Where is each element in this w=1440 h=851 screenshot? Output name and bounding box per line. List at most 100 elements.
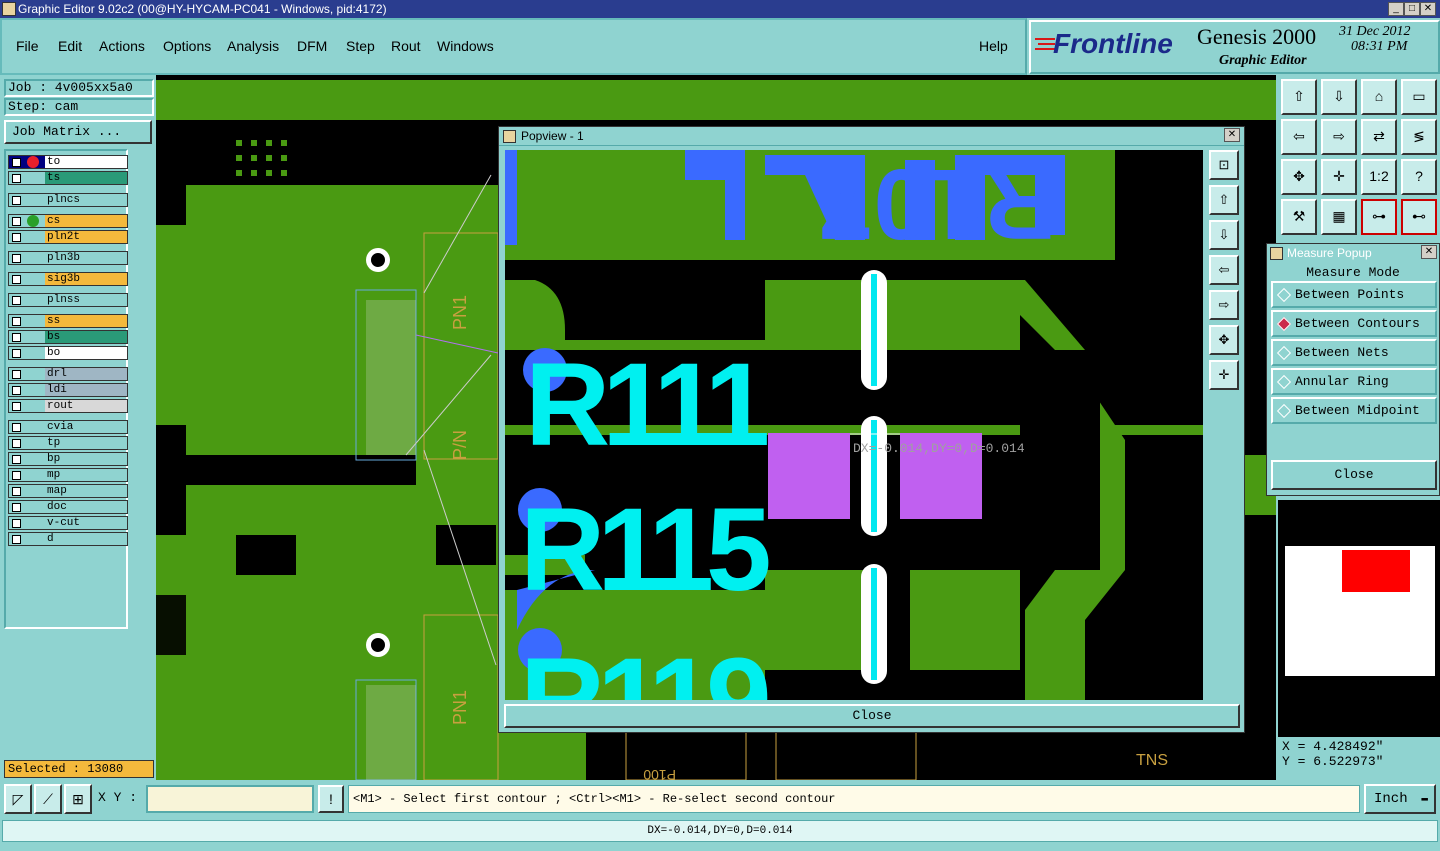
layer-row-map[interactable]: map	[8, 484, 128, 498]
layer-row-pln2t[interactable]: pln2t	[8, 230, 128, 244]
popview-left-icon[interactable]: ⇦	[1209, 255, 1239, 285]
layer-row-v-cut[interactable]: v-cut	[8, 516, 128, 530]
exclamation-icon[interactable]: !	[318, 785, 344, 813]
layer-checkbox[interactable]	[12, 254, 21, 263]
layer-checkbox[interactable]	[12, 333, 21, 342]
measure-option-annular-ring[interactable]: Annular Ring	[1271, 368, 1437, 395]
menu-dfm[interactable]: DFM	[297, 38, 327, 54]
minimize-button[interactable]: _	[1388, 2, 1404, 16]
layer-checkbox[interactable]	[12, 423, 21, 432]
layer-checkbox[interactable]	[12, 349, 21, 358]
zoom-in-icon[interactable]: ◸	[4, 784, 32, 814]
menu-step[interactable]: Step	[346, 38, 375, 54]
brand-panel: Frontline Genesis 2000 Graphic Editor 31…	[1029, 20, 1440, 74]
move-right-icon[interactable]: ⇨	[1321, 119, 1357, 155]
layer-row-plncs[interactable]: plncs	[8, 193, 128, 207]
layer-checkbox[interactable]	[12, 386, 21, 395]
layer-row-plnss[interactable]: plnss	[8, 293, 128, 307]
layer-row-bs[interactable]: bs	[8, 330, 128, 344]
measure-close-button[interactable]: Close	[1271, 460, 1437, 490]
help-icon[interactable]: ?	[1401, 159, 1437, 195]
grid-icon[interactable]: ▦	[1321, 199, 1357, 235]
swap-icon[interactable]: ⇄	[1361, 119, 1397, 155]
zoom-out-icon[interactable]: ⟋	[34, 784, 62, 814]
popview-right-icon[interactable]: ⇨	[1209, 290, 1239, 320]
menu-edit[interactable]: Edit	[58, 38, 82, 54]
fit-icon[interactable]: ✥	[1281, 159, 1317, 195]
layer-checkbox[interactable]	[12, 535, 21, 544]
layer-checkbox[interactable]	[12, 370, 21, 379]
home-icon[interactable]: ⌂	[1361, 79, 1397, 115]
layer-row-ldi[interactable]: ldi	[8, 383, 128, 397]
layer-row-mp[interactable]: mp	[8, 468, 128, 482]
popview-up-icon[interactable]: ⇧	[1209, 185, 1239, 215]
layer-row-cs[interactable]: cs	[8, 214, 128, 228]
layer-checkbox[interactable]	[12, 233, 21, 242]
popview-zoom-icon[interactable]: ⊡	[1209, 150, 1239, 180]
layer-checkbox[interactable]	[12, 455, 21, 464]
layer-row-pln3b[interactable]: pln3b	[8, 251, 128, 265]
window-icon[interactable]: ▭	[1401, 79, 1437, 115]
layer-checkbox[interactable]	[12, 439, 21, 448]
ratio-button[interactable]: 1:2	[1361, 159, 1397, 195]
menu-options[interactable]: Options	[163, 38, 211, 54]
popview-down-icon[interactable]: ⇩	[1209, 220, 1239, 250]
units-button[interactable]: Inch ▬	[1364, 784, 1436, 814]
layer-row-drl[interactable]: drl	[8, 367, 128, 381]
layer-name: drl	[45, 368, 127, 380]
layer-checkbox[interactable]	[12, 471, 21, 480]
pan-icon[interactable]: ✛	[1321, 159, 1357, 195]
layer-row-bp[interactable]: bp	[8, 452, 128, 466]
popview-close-icon[interactable]: ✕	[1224, 128, 1240, 142]
measure-option-between-nets[interactable]: Between Nets	[1271, 339, 1437, 366]
layer-checkbox[interactable]	[12, 519, 21, 528]
menu-help[interactable]: Help	[979, 38, 1008, 54]
layer-checkbox[interactable]	[12, 503, 21, 512]
layer-row-rout[interactable]: rout	[8, 399, 128, 413]
layer-checkbox[interactable]	[12, 174, 21, 183]
net-b-icon[interactable]: ⊷	[1401, 199, 1437, 235]
menu-file[interactable]: File	[16, 38, 39, 54]
home-down-icon[interactable]: ⇩	[1321, 79, 1357, 115]
layer-checkbox[interactable]	[12, 402, 21, 411]
layer-row-sig3b[interactable]: sig3b	[8, 272, 128, 286]
layer-checkbox[interactable]	[12, 217, 21, 226]
layer-row-bo[interactable]: bo	[8, 346, 128, 360]
layer-row-ts[interactable]: ts	[8, 171, 128, 185]
maximize-button[interactable]: □	[1404, 2, 1420, 16]
home-up-icon[interactable]: ⇧	[1281, 79, 1317, 115]
layer-row-doc[interactable]: doc	[8, 500, 128, 514]
layer-checkbox[interactable]	[12, 196, 21, 205]
zoom-home-icon[interactable]: ⊞	[64, 784, 92, 814]
layer-checkbox[interactable]	[12, 158, 21, 167]
layer-row-tp[interactable]: tp	[8, 436, 128, 450]
layer-checkbox[interactable]	[12, 275, 21, 284]
menu-windows[interactable]: Windows	[437, 38, 494, 54]
popview-canvas[interactable]: R107 R111 R115 R119 DX=-0.014,DY=0,D=0.0…	[505, 150, 1203, 700]
measure-option-between-midpoint[interactable]: Between Midpoint	[1271, 397, 1437, 424]
close-window-button[interactable]: ✕	[1420, 2, 1436, 16]
menu-analysis[interactable]: Analysis	[227, 38, 279, 54]
measure-option-between-contours[interactable]: Between Contours	[1271, 310, 1437, 337]
measure-option-between-points[interactable]: Between Points	[1271, 281, 1437, 308]
popview-pan-icon[interactable]: ✛	[1209, 360, 1239, 390]
layer-row-to[interactable]: to	[8, 155, 128, 169]
layer-checkbox[interactable]	[12, 487, 21, 496]
net-a-icon[interactable]: ⊶	[1361, 199, 1397, 235]
xy-input[interactable]	[146, 785, 314, 813]
layer-row-cvia[interactable]: cvia	[8, 420, 128, 434]
layer-row-d[interactable]: d	[8, 532, 128, 546]
popview-fit-icon[interactable]: ✥	[1209, 325, 1239, 355]
overview-map[interactable]	[1285, 546, 1435, 676]
menu-actions[interactable]: Actions	[99, 38, 145, 54]
menu-rout[interactable]: Rout	[391, 38, 421, 54]
layer-row-ss[interactable]: ss	[8, 314, 128, 328]
layer-name: bp	[45, 453, 127, 465]
layer-checkbox[interactable]	[12, 296, 21, 305]
job-matrix-button[interactable]: Job Matrix ...	[4, 120, 152, 144]
move-left-icon[interactable]: ⇦	[1281, 119, 1317, 155]
flip-icon[interactable]: ≶	[1401, 119, 1437, 155]
layer-checkbox[interactable]	[12, 317, 21, 326]
measure-icon[interactable]: ⚒	[1281, 199, 1317, 235]
popview-close-button[interactable]: Close	[504, 704, 1240, 728]
